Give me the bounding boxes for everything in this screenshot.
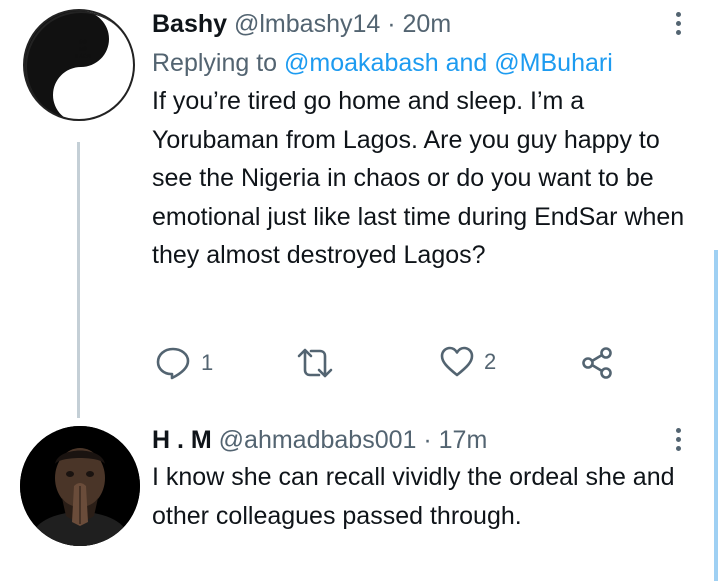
like-button[interactable]: 2 — [440, 346, 496, 378]
retweet-icon — [297, 348, 333, 378]
mention-joiner: and — [445, 49, 488, 77]
tweet-text: I know she can recall vividly the ordeal… — [152, 463, 675, 530]
reply-count: 1 — [201, 350, 214, 375]
avatar-text-top: DO NO HARM — [75, 38, 91, 60]
tweet-header: H . M @ahmadbabs001 · 17m — [152, 424, 692, 456]
display-name[interactable]: H . M — [152, 426, 212, 454]
separator: · — [423, 426, 432, 454]
handle[interactable]: @ahmadbabs001 — [219, 426, 417, 454]
retweet-button[interactable] — [295, 346, 345, 380]
heart-icon — [440, 346, 474, 377]
reply-icon — [156, 347, 190, 380]
replying-prefix: Replying to — [152, 49, 278, 77]
avatar-text-bottom: TAKE NO SHIT — [65, 86, 81, 108]
memoji-avatar-icon — [20, 426, 140, 546]
display-name[interactable]: Bashy — [152, 10, 227, 38]
timestamp[interactable]: 17m — [439, 426, 488, 454]
tweet[interactable]: Bashy @lmbashy14 · 20m Replying to @moak… — [152, 8, 692, 275]
more-options-icon[interactable] — [676, 12, 681, 39]
avatar[interactable] — [20, 426, 140, 546]
more-options-icon[interactable] — [676, 428, 681, 455]
tweet-actions: 1 2 — [155, 346, 625, 382]
share-button[interactable] — [580, 346, 614, 380]
thread-connector-line — [77, 142, 80, 418]
tweet-header: Bashy @lmbashy14 · 20m — [152, 8, 692, 40]
separator: · — [387, 10, 396, 38]
share-icon — [582, 347, 612, 379]
like-count: 2 — [484, 349, 497, 374]
handle[interactable]: @lmbashy14 — [234, 10, 380, 38]
tweet[interactable]: H . M @ahmadbabs001 · 17m I know she can… — [152, 424, 692, 536]
avatar[interactable]: DO NO HARM TAKE NO SHIT — [23, 9, 135, 121]
replying-to: Replying to @moakabash and @MBuhari — [152, 46, 692, 80]
mention-link[interactable]: @moakabash — [284, 49, 439, 77]
mention-link[interactable]: @MBuhari — [494, 49, 612, 77]
scrollbar[interactable] — [714, 250, 718, 581]
timestamp[interactable]: 20m — [403, 10, 452, 38]
tweet-text: If you’re tired go home and sleep. I’m a… — [152, 87, 685, 269]
reply-button[interactable]: 1 — [155, 346, 213, 380]
